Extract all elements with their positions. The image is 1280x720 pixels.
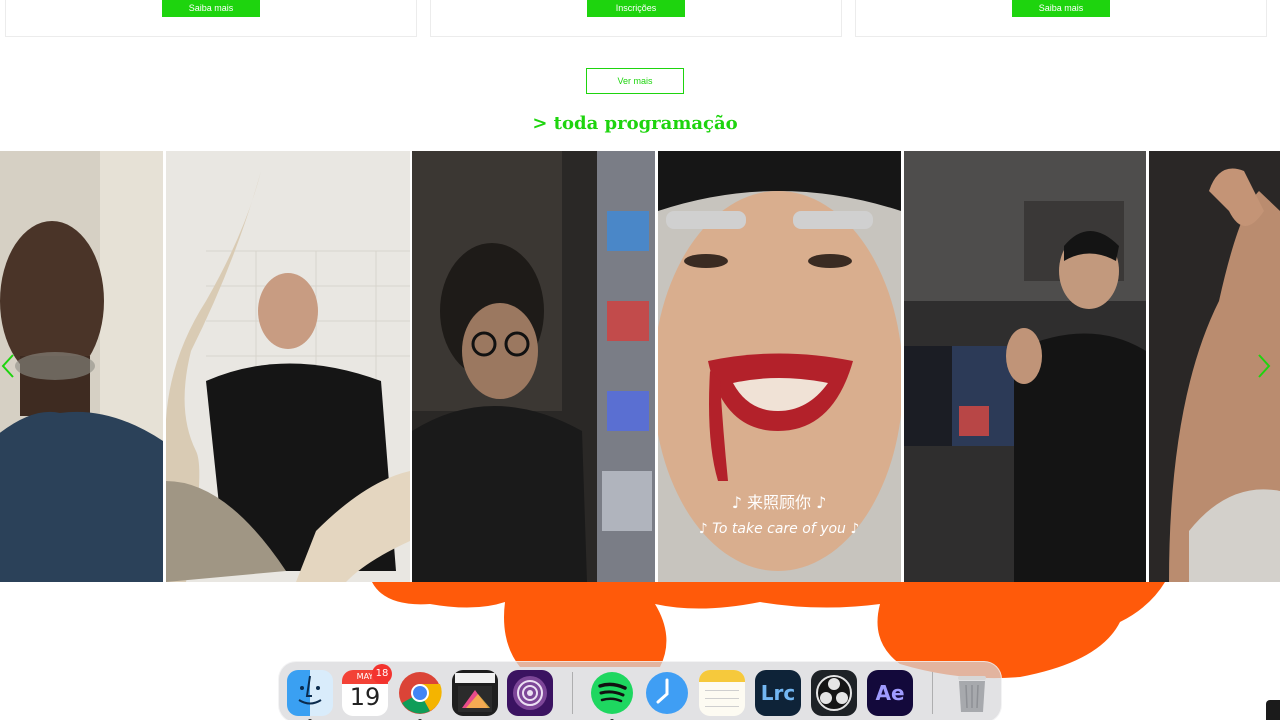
portrait-image	[0, 151, 163, 582]
saiba-mais-button[interactable]: Saiba mais	[162, 0, 260, 17]
calendar-day: 19	[349, 683, 381, 711]
after-effects-icon[interactable]: Ae	[867, 670, 913, 716]
final-cut-pro-icon[interactable]	[452, 670, 498, 716]
portrait-image	[904, 151, 1146, 582]
tor-browser-icon[interactable]	[507, 670, 553, 716]
event-card-2: Inscrições	[430, 0, 842, 37]
notification-badge: 18	[372, 664, 392, 684]
finder-icon[interactable]	[287, 670, 333, 716]
carousel-slide-3[interactable]	[412, 151, 655, 582]
dock-separator	[572, 672, 573, 714]
lrc-label: Lrc	[760, 681, 796, 705]
spotify-icon[interactable]	[589, 670, 635, 716]
ae-label: Ae	[875, 681, 905, 705]
video-subtitle-zh: ♪ 来照顾你 ♪	[732, 493, 827, 512]
chevron-left-icon[interactable]	[0, 352, 16, 380]
video-subtitle-en: ♪ To take care of you ♪	[699, 521, 860, 537]
carousel-slide-5[interactable]	[904, 151, 1146, 582]
carousel-slide-2[interactable]	[166, 151, 410, 582]
portrait-image	[412, 151, 655, 582]
chevron-right-icon[interactable]	[1256, 352, 1272, 380]
notes-icon[interactable]	[699, 670, 745, 716]
trash-icon[interactable]	[949, 670, 995, 716]
saiba-mais-button[interactable]: Saiba mais	[1012, 0, 1110, 17]
carousel-slide-4[interactable]: ♪ 来照顾你 ♪ ♪ To take care of you ♪	[658, 151, 901, 582]
dock-separator	[932, 672, 933, 714]
portrait-image: ♪ 来照顾你 ♪ ♪ To take care of you ♪	[658, 151, 901, 582]
programming-carousel: ♪ 来照顾你 ♪ ♪ To take care of you ♪	[0, 151, 1280, 582]
event-card-3: Saiba mais	[855, 0, 1267, 37]
ver-mais-button[interactable]: Ver mais	[586, 68, 684, 94]
event-card-1: Saiba mais	[5, 0, 417, 37]
chrome-icon[interactable]	[397, 670, 443, 716]
lightroom-classic-icon[interactable]: Lrc	[755, 670, 801, 716]
carousel-slide-1[interactable]	[0, 151, 163, 582]
macos-dock: MAY 19 18 Lrc Ae	[278, 661, 1002, 720]
window-corner	[1266, 700, 1280, 720]
section-title-link[interactable]: > toda programação	[0, 113, 1270, 134]
obs-icon[interactable]	[811, 670, 857, 716]
clock-icon[interactable]	[644, 670, 690, 716]
calendar-icon[interactable]: MAY 19 18	[342, 664, 392, 716]
inscricoes-button[interactable]: Inscrições	[587, 0, 685, 17]
portrait-image	[166, 151, 410, 582]
